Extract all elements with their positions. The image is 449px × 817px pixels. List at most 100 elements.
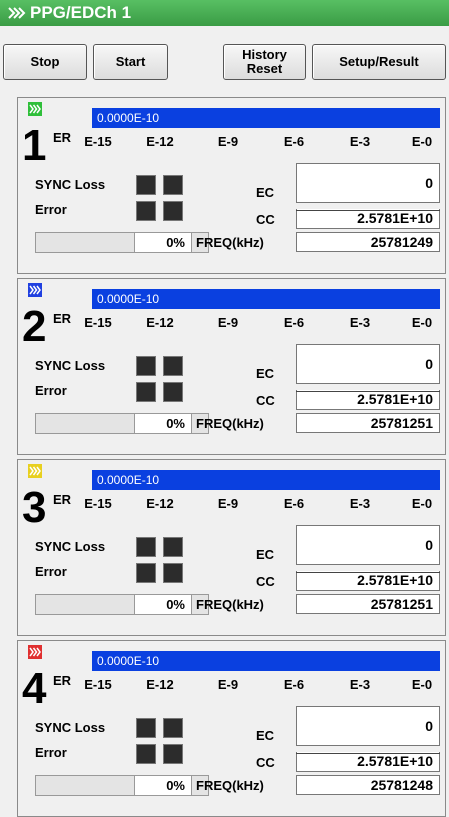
freq-value: 25781251 [296, 413, 440, 433]
scale-tick: E-9 [217, 315, 239, 330]
freq-value: 25781251 [296, 594, 440, 614]
cc-value: 2.5781E+10 [296, 752, 440, 772]
scale-tick: E-15 [84, 315, 112, 330]
scale-tick: E-6 [283, 134, 305, 149]
scale-tick: E-15 [84, 677, 112, 692]
error-label: Error [35, 564, 67, 579]
progress-percent: 0% [134, 413, 192, 434]
er-scale: E-15 E-12 E-9 E-6 E-3 E-0 [78, 315, 442, 331]
error-led-1 [136, 382, 156, 402]
scale-tick: E-12 [146, 677, 174, 692]
setup-result-button[interactable]: Setup/Result [312, 44, 446, 80]
freq-label: FREQ(kHz) [196, 416, 264, 431]
ec-label: EC [256, 547, 275, 562]
er-scale: E-15 E-12 E-9 E-6 E-3 E-0 [78, 134, 442, 150]
scale-tick: E-9 [217, 677, 239, 692]
history-reset-button[interactable]: History Reset [223, 44, 306, 80]
freq-label: FREQ(kHz) [196, 597, 264, 612]
error-label: Error [35, 383, 67, 398]
sync-loss-led-2 [163, 537, 183, 557]
er-scale: E-15 E-12 E-9 E-6 E-3 E-0 [78, 496, 442, 512]
cc-divider [296, 391, 440, 392]
channel-panel-2: 2 ER 0.0000E-10 E-15 E-12 E-9 E-6 E-3 E-… [17, 278, 446, 455]
cc-divider [296, 572, 440, 573]
freq-value: 25781249 [296, 232, 440, 252]
error-led-1 [136, 563, 156, 583]
history-reset-line1: History [242, 47, 287, 62]
channel-panel-1: 1 ER 0.0000E-10 E-15 E-12 E-9 E-6 E-3 E-… [17, 97, 446, 274]
channel-indicator-icon [28, 102, 42, 116]
scale-tick: E-3 [349, 677, 371, 692]
scale-tick: E-3 [349, 134, 371, 149]
cc-value: 2.5781E+10 [296, 571, 440, 591]
sync-loss-label: SYNC Loss [35, 720, 106, 735]
er-label: ER [53, 311, 72, 326]
er-value-bar: 0.0000E-10 [92, 289, 440, 309]
channel-number: 1 [22, 121, 47, 170]
title-bar: PPG/EDCh 1 [0, 0, 449, 26]
scale-tick: E-12 [146, 496, 174, 511]
history-reset-line2: Reset [246, 61, 283, 76]
cc-value: 2.5781E+10 [296, 209, 440, 229]
ec-label: EC [256, 366, 275, 381]
scale-tick: E-15 [84, 134, 112, 149]
error-label: Error [35, 202, 67, 217]
scale-tick: E-12 [146, 315, 174, 330]
start-button[interactable]: Start [93, 44, 168, 80]
er-value-bar: 0.0000E-10 [92, 108, 440, 128]
sync-loss-led-1 [136, 718, 156, 738]
channel-number: 3 [22, 483, 47, 532]
ec-value: 0 [296, 706, 440, 746]
chevron-logo-icon [8, 6, 26, 20]
sync-loss-led-2 [163, 356, 183, 376]
channel-number: 2 [22, 302, 47, 351]
channel-panel-3: 3 ER 0.0000E-10 E-15 E-12 E-9 E-6 E-3 E-… [17, 459, 446, 636]
cc-label: CC [256, 574, 275, 589]
stop-button[interactable]: Stop [3, 44, 87, 80]
sync-loss-led-1 [136, 356, 156, 376]
error-label: Error [35, 745, 67, 760]
freq-label: FREQ(kHz) [196, 235, 264, 250]
er-label: ER [53, 130, 72, 145]
progress-percent: 0% [134, 775, 192, 796]
cc-divider [296, 210, 440, 211]
error-led-2 [163, 201, 183, 221]
channel-indicator-icon [28, 645, 42, 659]
er-label: ER [53, 492, 72, 507]
window-title: PPG/EDCh 1 [30, 3, 132, 22]
channel-number: 4 [22, 664, 47, 713]
freq-value: 25781248 [296, 775, 440, 795]
cc-label: CC [256, 212, 275, 227]
channel-panel-4: 4 ER 0.0000E-10 E-15 E-12 E-9 E-6 E-3 E-… [17, 640, 446, 817]
scale-tick: E-0 [411, 677, 433, 692]
sync-loss-led-2 [163, 175, 183, 195]
cc-label: CC [256, 755, 275, 770]
ec-label: EC [256, 728, 275, 743]
channel-indicator-icon [28, 464, 42, 478]
cc-value: 2.5781E+10 [296, 390, 440, 410]
cc-divider [296, 753, 440, 754]
scale-tick: E-12 [146, 134, 174, 149]
error-led-1 [136, 201, 156, 221]
toolbar: Stop Start History Reset Setup/Result [0, 28, 449, 84]
error-led-2 [163, 382, 183, 402]
er-value-bar: 0.0000E-10 [92, 470, 440, 490]
scale-tick: E-6 [283, 496, 305, 511]
sync-loss-label: SYNC Loss [35, 177, 106, 192]
ec-value: 0 [296, 163, 440, 203]
scale-tick: E-6 [283, 315, 305, 330]
scale-tick: E-15 [84, 496, 112, 511]
scale-tick: E-0 [411, 315, 433, 330]
sync-loss-label: SYNC Loss [35, 358, 106, 373]
scale-tick: E-9 [217, 134, 239, 149]
progress-percent: 0% [134, 232, 192, 253]
sync-loss-led-1 [136, 537, 156, 557]
sync-loss-led-1 [136, 175, 156, 195]
scale-tick: E-6 [283, 677, 305, 692]
scale-tick: E-3 [349, 496, 371, 511]
progress-percent: 0% [134, 594, 192, 615]
scale-tick: E-0 [411, 496, 433, 511]
error-led-2 [163, 744, 183, 764]
scale-tick: E-9 [217, 496, 239, 511]
er-value-bar: 0.0000E-10 [92, 651, 440, 671]
